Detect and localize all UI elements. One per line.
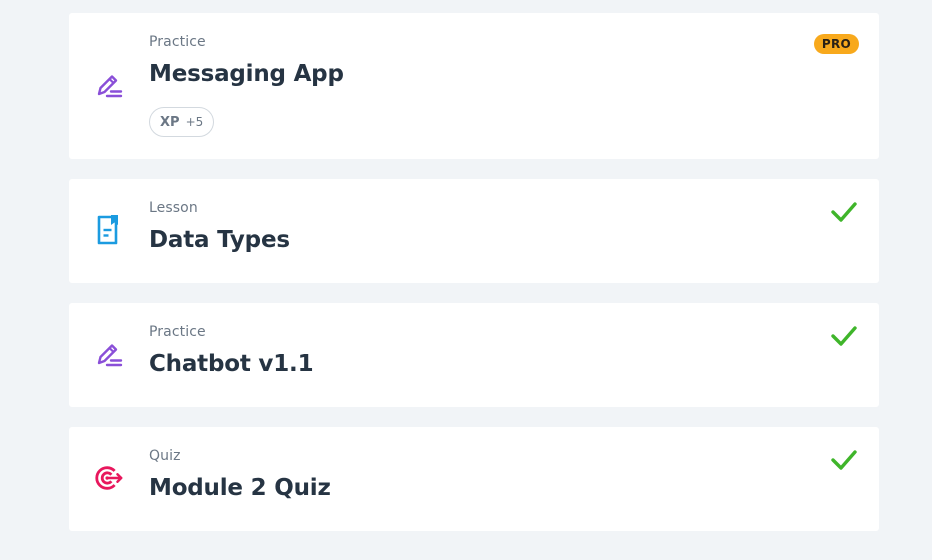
completed-check-icon — [831, 450, 857, 470]
course-item-data-types[interactable]: Lesson Data Types — [69, 179, 879, 283]
item-type-label: Quiz — [149, 448, 181, 464]
item-type-label: Lesson — [149, 200, 198, 216]
completed-check-icon — [831, 202, 857, 222]
xp-label: XP — [160, 114, 180, 130]
item-title: Chatbot v1.1 — [149, 351, 314, 377]
target-icon — [94, 463, 124, 493]
pencil-icon — [94, 339, 124, 369]
item-type-label: Practice — [149, 34, 206, 50]
completed-check-icon — [831, 326, 857, 346]
item-title: Messaging App — [149, 61, 344, 87]
course-item-messaging-app[interactable]: Practice Messaging App XP +5 PRO — [69, 13, 879, 159]
pro-badge: PRO — [813, 34, 859, 54]
xp-value: +5 — [185, 115, 204, 129]
xp-reward-pill: XP +5 — [149, 107, 215, 137]
item-title: Module 2 Quiz — [149, 475, 331, 501]
course-item-chatbot[interactable]: Practice Chatbot v1.1 — [69, 303, 879, 407]
item-type-label: Practice — [149, 324, 206, 340]
document-bookmark-icon — [94, 215, 124, 245]
course-item-list: Practice Messaging App XP +5 PRO Lesson … — [69, 13, 879, 551]
item-title: Data Types — [149, 227, 290, 253]
pencil-icon — [94, 70, 124, 100]
course-item-module-2-quiz[interactable]: Quiz Module 2 Quiz — [69, 427, 879, 531]
